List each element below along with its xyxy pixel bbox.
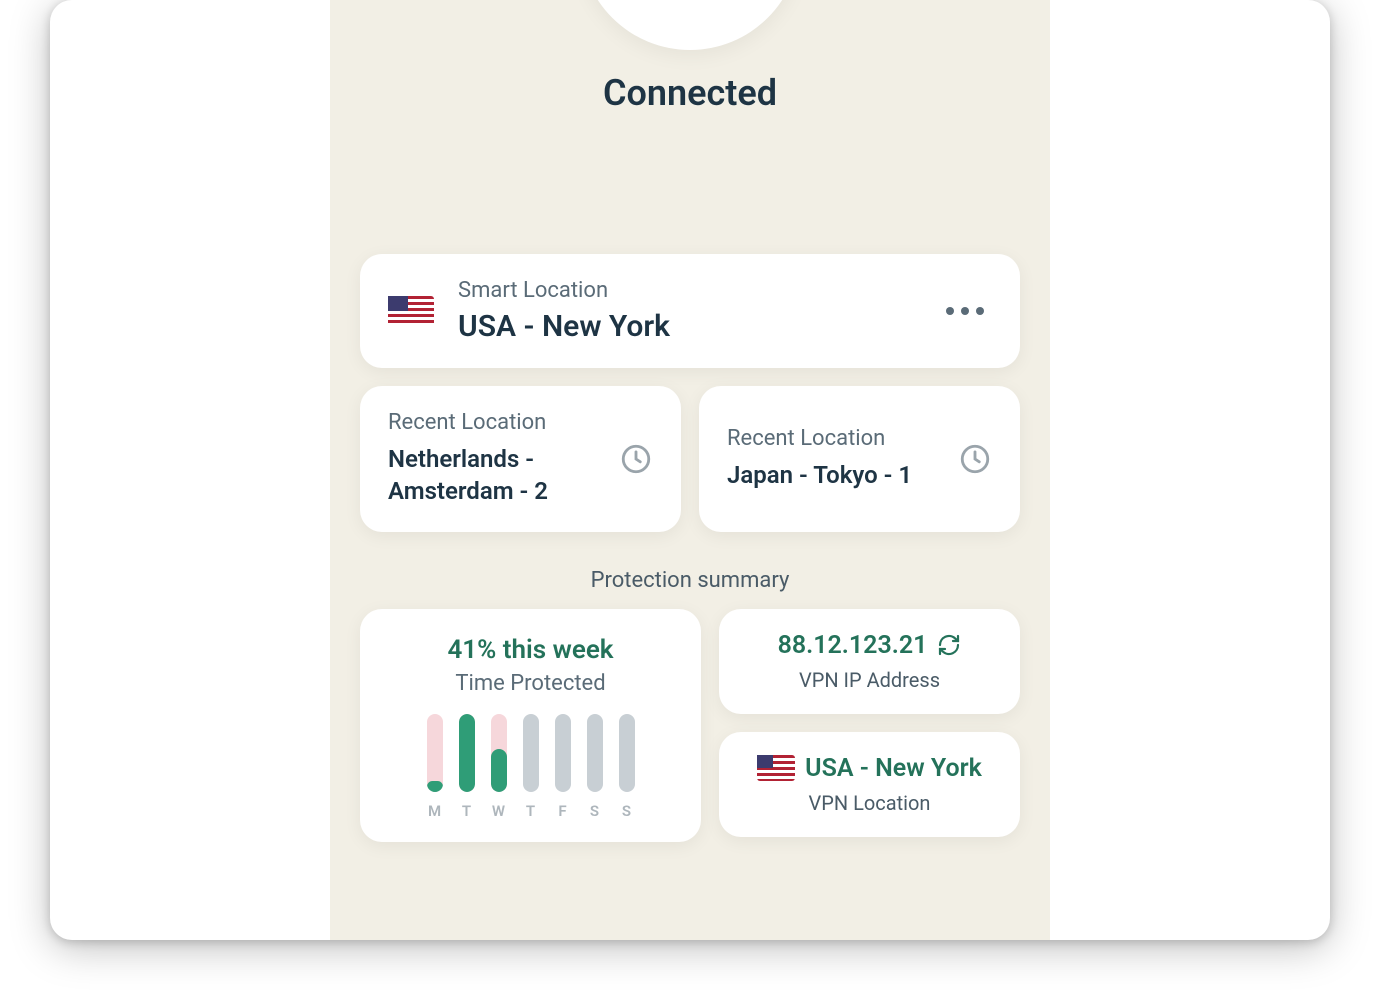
chart-bar: T <box>523 714 539 820</box>
chart-bar-fill <box>459 714 475 792</box>
protection-summary-title: Protection summary <box>591 568 790 593</box>
chart-day-label: S <box>590 802 599 820</box>
time-protected-card[interactable]: 41% this week Time Protected M T W T F S S <box>360 609 701 842</box>
recent-location-label: Recent Location <box>727 426 942 451</box>
chart-bar-track <box>619 714 635 792</box>
chart-bar-track <box>459 714 475 792</box>
chart-day-label: T <box>526 802 535 820</box>
app-panel: Connected Smart Location USA - New York … <box>330 0 1050 940</box>
chart-bar-track <box>555 714 571 792</box>
window-frame: Connected Smart Location USA - New York … <box>50 0 1330 940</box>
chart-bar: S <box>619 714 635 820</box>
dot-icon <box>961 307 969 315</box>
clock-icon <box>958 442 992 476</box>
chart-bar: F <box>555 714 571 820</box>
clock-icon <box>619 442 653 476</box>
usa-flag-icon <box>757 755 795 781</box>
chart-bar-track <box>523 714 539 792</box>
time-protected-chart: MTWTFSS <box>427 714 635 820</box>
vpn-location-value: USA - New York <box>805 754 982 783</box>
chart-bar-track <box>427 714 443 792</box>
chart-day-label: W <box>492 802 505 820</box>
chart-bar-fill <box>427 781 443 792</box>
refresh-icon[interactable] <box>937 633 961 657</box>
more-options-button[interactable] <box>938 299 992 323</box>
chart-bar: S <box>587 714 603 820</box>
chart-day-label: S <box>622 802 631 820</box>
vpn-ip-label: VPN IP Address <box>799 668 940 692</box>
protection-summary-row: 41% this week Time Protected M T W T F S S 88.… <box>360 609 1020 842</box>
chart-bar: T <box>459 714 475 820</box>
recent-location-card[interactable]: Recent Location Netherlands - Amsterdam … <box>360 386 681 532</box>
recent-locations-row: Recent Location Netherlands - Amsterdam … <box>360 386 1020 532</box>
smart-location-value: USA - New York <box>458 309 914 344</box>
usa-flag-icon <box>388 296 434 326</box>
recent-location-value: Netherlands - Amsterdam - 2 <box>388 443 603 508</box>
smart-location-label: Smart Location <box>458 278 914 303</box>
dot-icon <box>946 307 954 315</box>
chart-day-label: M <box>428 802 441 820</box>
chart-bar-track <box>491 714 507 792</box>
chart-day-label: T <box>462 802 471 820</box>
vpn-ip-value: 88.12.123.21 <box>778 631 928 660</box>
chart-bar: W <box>491 714 507 820</box>
vpn-ip-card[interactable]: 88.12.123.21 VPN IP Address <box>719 609 1020 714</box>
time-protected-subtitle: Time Protected <box>455 671 605 696</box>
smart-location-text: Smart Location USA - New York <box>458 278 914 344</box>
chart-day-label: F <box>558 802 566 820</box>
recent-location-label: Recent Location <box>388 410 603 435</box>
recent-location-card[interactable]: Recent Location Japan - Tokyo - 1 <box>699 386 1020 532</box>
smart-location-card[interactable]: Smart Location USA - New York <box>360 254 1020 368</box>
chart-bar-track <box>587 714 603 792</box>
recent-location-value: Japan - Tokyo - 1 <box>727 459 942 491</box>
chart-bar-fill <box>491 749 507 792</box>
time-protected-percent: 41% this week <box>447 635 613 665</box>
connection-status-title: Connected <box>603 72 777 114</box>
connection-indicator[interactable] <box>580 0 800 50</box>
chart-bar: M <box>427 714 443 820</box>
dot-icon <box>976 307 984 315</box>
vpn-location-label: VPN Location <box>809 791 931 815</box>
vpn-location-card[interactable]: USA - New York VPN Location <box>719 732 1020 837</box>
